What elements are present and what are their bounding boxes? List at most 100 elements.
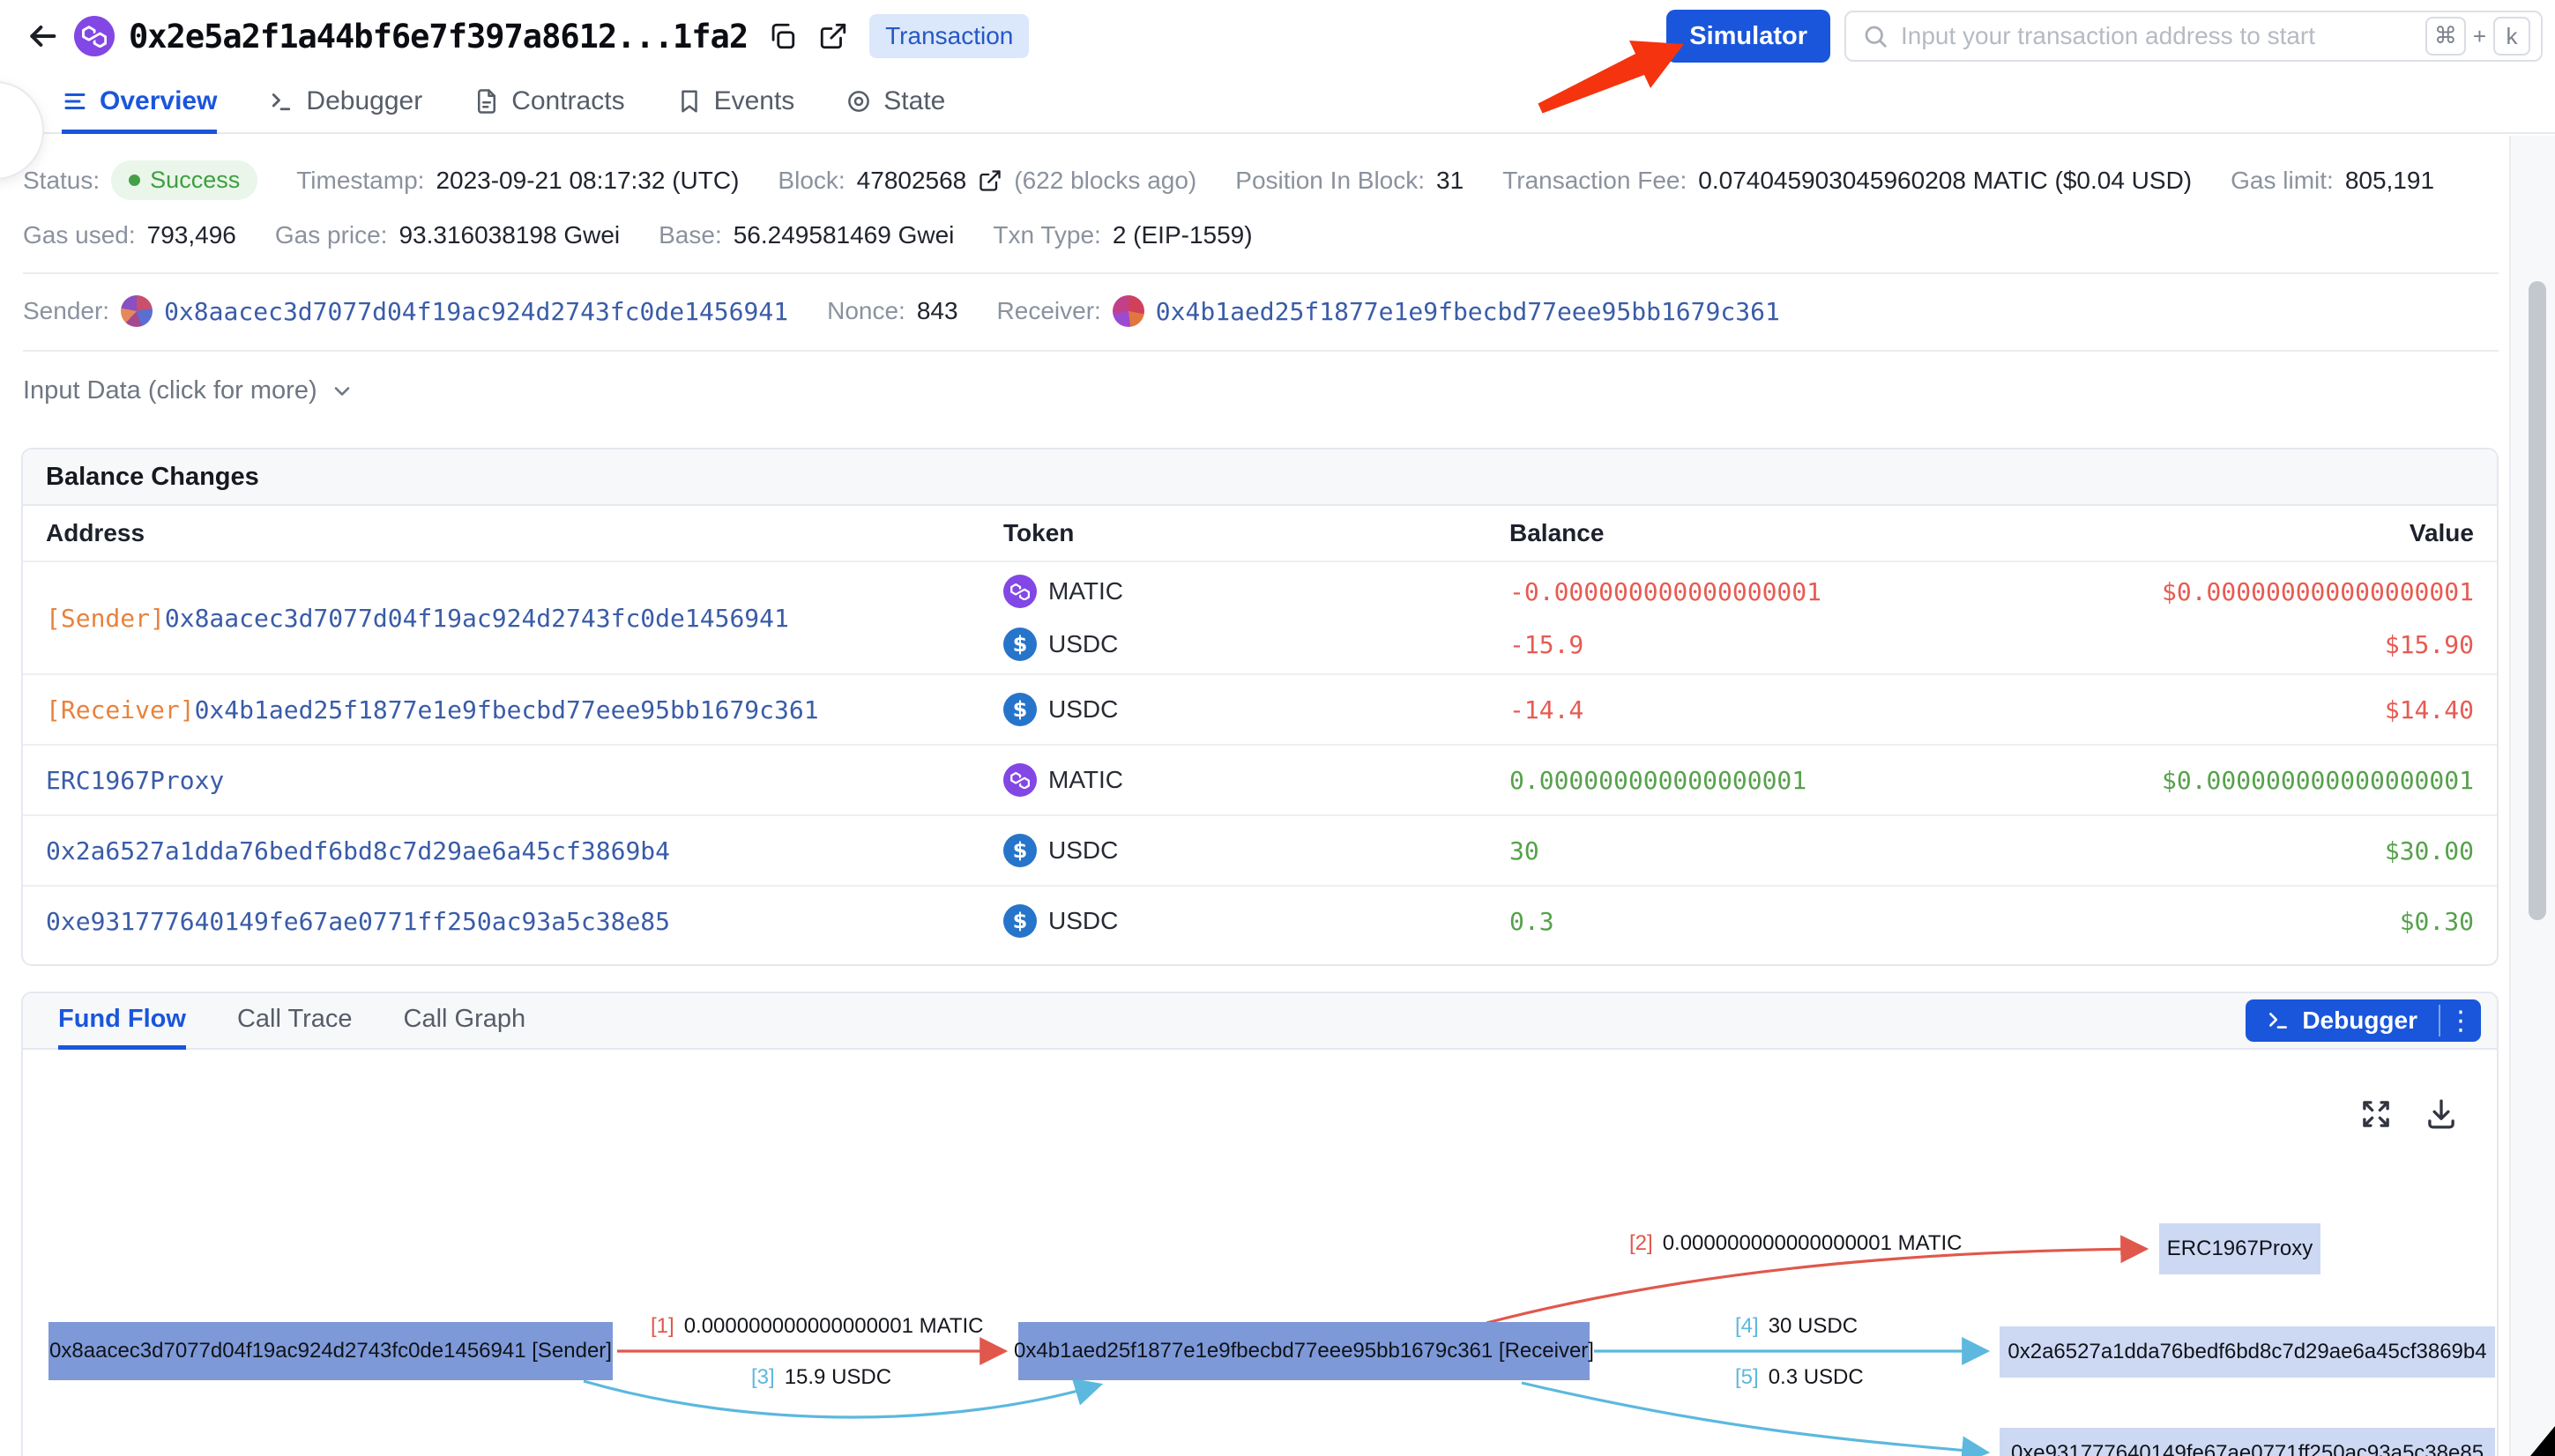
balance-delta: 0.3 [1509, 901, 2127, 941]
table-row: 0x2a6527a1dda76bedf6bd8c7d29ae6a45cf3869… [23, 814, 2497, 885]
shortcut-plus: + [2473, 23, 2486, 50]
tab-fund-flow[interactable]: Fund Flow [58, 993, 186, 1050]
balance-delta: 30 [1509, 830, 2127, 871]
search-icon [1862, 23, 1888, 49]
col-balance: Balance [1509, 519, 2127, 547]
search-placeholder: Input your transaction address to start [1901, 22, 2425, 50]
base-fee-label: Base: [659, 221, 722, 249]
address-link[interactable]: 0xe931777640149fe67ae0771ff250ac93a5c38e… [46, 907, 670, 936]
polygon-chain-icon [74, 16, 115, 56]
external-link-icon[interactable] [816, 19, 850, 53]
usd-value: $30.00 [2127, 830, 2474, 871]
gas-price-label: Gas price: [275, 221, 388, 249]
receiver-address-link[interactable]: 0x4b1aed25f1877e1e9fbecbd77eee95bb1679c3… [1156, 297, 1780, 326]
usdc-token-icon: $ [1003, 904, 1037, 938]
table-row: [Receiver]0x4b1aed25f1877e1e9fbecbd77eee… [23, 673, 2497, 744]
timestamp-value: 2023-09-21 08:17:32 (UTC) [436, 167, 739, 195]
transaction-explorer-page: 0x2e5a2f1a44bf6e7f397a8612...1fa2 Transa… [0, 0, 2555, 1456]
balance-delta: -14.4 [1509, 689, 2127, 730]
balance-delta: -15.9 [1509, 624, 2127, 665]
token-symbol: MATIC [1048, 766, 1123, 794]
input-data-toggle[interactable]: Input Data (click for more) [0, 376, 2521, 405]
tab-contracts[interactable]: Contracts [473, 72, 624, 134]
usd-value: $0.30 [2127, 901, 2474, 941]
tab-debugger[interactable]: Debugger [268, 72, 422, 134]
tab-overview[interactable]: Overview [62, 72, 217, 134]
balance-changes-title: Balance Changes [23, 449, 2497, 506]
usd-value: $0.000000000000000001 [2127, 760, 2474, 800]
position-value: 31 [1436, 167, 1464, 195]
edge-label-3: [3]15.9 USDC [751, 1365, 891, 1390]
balance-changes-header-row: Address Token Balance Value [23, 506, 2497, 561]
block-label: Block: [778, 167, 845, 195]
edge-label-4: [4]30 USDC [1735, 1314, 1858, 1339]
transaction-type-badge: Transaction [869, 14, 1029, 58]
gas-used-value: 793,496 [147, 221, 236, 249]
base-fee-value: 56.249581469 Gwei [734, 221, 955, 249]
terminal-icon [2267, 1009, 2290, 1032]
transaction-hash: 0x2e5a2f1a44bf6e7f397a8612...1fa2 [129, 18, 748, 56]
gas-used-label: Gas used: [23, 221, 136, 249]
address-link[interactable]: 0x8aacec3d7077d04f19ac924d2743fc0de14569… [165, 604, 789, 633]
node-0xe93177[interactable]: 0xe931777640149fe67ae0771ff250ac93a5c38e… [2000, 1428, 2495, 1456]
contract-link[interactable]: ERC1967Proxy [46, 766, 224, 795]
top-header: 0x2e5a2f1a44bf6e7f397a8612...1fa2 Transa… [0, 0, 2555, 72]
fee-value: 0.074045903045960208 MATIC ($0.04 USD) [1698, 167, 2192, 195]
fee-label: Transaction Fee: [1502, 167, 1687, 195]
status-badge: Success [111, 160, 257, 200]
copy-icon[interactable] [765, 19, 799, 53]
tab-call-graph[interactable]: Call Graph [404, 993, 526, 1050]
nonce-label: Nonce: [827, 297, 905, 325]
address-link[interactable]: 0x2a6527a1dda76bedf6bd8c7d29ae6a45cf3869… [46, 836, 670, 865]
token-symbol: MATIC [1048, 577, 1123, 605]
fund-flow-header: Fund Flow Call Trace Call Graph Debugger… [23, 993, 2497, 1050]
txn-type-label: Txn Type: [993, 221, 1100, 249]
fund-flow-card: Fund Flow Call Trace Call Graph Debugger… [21, 992, 2499, 1456]
receiver-label: Receiver: [997, 297, 1101, 325]
block-ago: (622 blocks ago) [1014, 167, 1196, 195]
node-erc1967proxy[interactable]: ERC1967Proxy [2159, 1223, 2320, 1274]
scrollbar-thumb[interactable] [2529, 281, 2546, 920]
search-bar[interactable]: Input your transaction address to start … [1844, 11, 2543, 62]
edge-label-5: [5]0.3 USDC [1735, 1365, 1864, 1390]
tab-state[interactable]: State [845, 72, 945, 134]
table-row: 0xe931777640149fe67ae0771ff250ac93a5c38e… [23, 885, 2497, 955]
position-label: Position In Block: [1235, 167, 1425, 195]
chevron-down-icon [330, 379, 354, 404]
usdc-token-icon: $ [1003, 834, 1037, 867]
node-sender[interactable]: 0x8aacec3d7077d04f19ac924d2743fc0de14569… [48, 1322, 613, 1380]
table-row: [Sender]0x8aacec3d7077d04f19ac924d2743fc… [23, 561, 2497, 673]
document-icon [473, 88, 500, 115]
tab-events[interactable]: Events [676, 72, 795, 134]
sender-tag: [Sender] [46, 604, 165, 633]
simulator-button[interactable]: Simulator [1666, 10, 1830, 63]
balance-changes-card: Balance Changes Address Token Balance Va… [21, 448, 2499, 966]
block-external-link-icon[interactable] [978, 168, 1002, 193]
col-address: Address [23, 519, 1003, 547]
kebab-menu-icon[interactable]: ⋮ [2440, 999, 2481, 1042]
node-0x2a6527[interactable]: 0x2a6527a1dda76bedf6bd8c7d29ae6a45cf3869… [2000, 1326, 2495, 1378]
balance-delta: -0.000000000000000001 [1509, 571, 2127, 612]
back-arrow-icon[interactable] [23, 17, 62, 56]
address-link[interactable]: 0x4b1aed25f1877e1e9fbecbd77eee95bb1679c3… [195, 695, 819, 724]
usd-value: $0.000000000000000001 [2127, 571, 2474, 612]
txn-type-value: 2 (EIP-1559) [1113, 221, 1253, 249]
receiver-tag: [Receiver] [46, 695, 195, 724]
usdc-token-icon: $ [1003, 693, 1037, 726]
overview-meta: Status: Success Timestamp: 2023-09-21 08… [0, 134, 2521, 405]
usd-value: $15.90 [2127, 624, 2474, 665]
scrollbar-track[interactable] [2509, 136, 2555, 1456]
gas-limit-label: Gas limit: [2231, 167, 2334, 195]
sender-avatar [121, 295, 153, 327]
col-token: Token [1003, 519, 1509, 547]
usd-value: $14.40 [2127, 689, 2474, 730]
debugger-split-button[interactable]: Debugger ⋮ [2246, 999, 2481, 1042]
tab-call-trace[interactable]: Call Trace [237, 993, 353, 1050]
fund-flow-edges [23, 1050, 2497, 1456]
nav-tabs: Overview Debugger Contracts Events State [0, 72, 2555, 134]
token-symbol: USDC [1048, 695, 1118, 724]
matic-token-icon [1003, 575, 1037, 608]
node-receiver[interactable]: 0x4b1aed25f1877e1e9fbecbd77eee95bb1679c3… [1018, 1322, 1590, 1380]
timestamp-label: Timestamp: [296, 167, 424, 195]
sender-address-link[interactable]: 0x8aacec3d7077d04f19ac924d2743fc0de14569… [164, 297, 788, 326]
